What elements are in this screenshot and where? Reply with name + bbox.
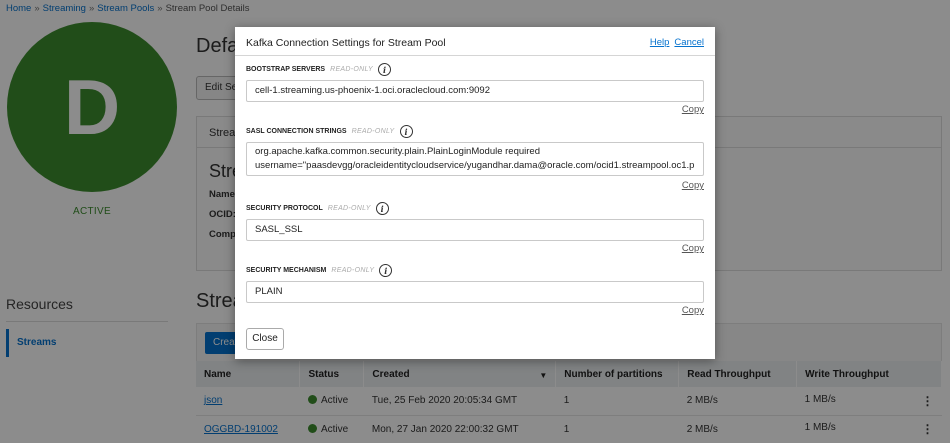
dialog-title: Kafka Connection Settings for Stream Poo… (246, 37, 446, 49)
security-mechanism-field[interactable]: PLAIN (246, 281, 704, 303)
read-only-tag: READ-ONLY (327, 205, 371, 212)
security-protocol-label: SECURITY PROTOCOL READ-ONLY i (246, 202, 389, 215)
cancel-link[interactable]: Cancel (674, 37, 704, 48)
read-only-tag: READ-ONLY (330, 66, 373, 73)
copy-bootstrap-servers-link[interactable]: Copy (682, 104, 704, 115)
sasl-line-1: org.apache.kafka.common.security.plain.P… (255, 146, 540, 157)
info-icon[interactable]: i (399, 125, 413, 138)
bootstrap-servers-label-text: BOOTSTRAP SERVERS (246, 66, 326, 73)
copy-security-protocol-link[interactable]: Copy (682, 243, 704, 254)
info-icon[interactable]: i (378, 63, 391, 76)
sasl-connection-strings-label: SASL CONNECTION STRINGS READ-ONLY i (246, 125, 413, 138)
security-protocol-field[interactable]: SASL_SSL (246, 219, 704, 241)
help-link[interactable]: Help (650, 37, 670, 48)
info-icon[interactable]: i (379, 264, 393, 277)
sasl-line-2: username="paasdevgg/oracleidentityclouds… (255, 160, 695, 171)
kafka-settings-dialog: Kafka Connection Settings for Stream Poo… (235, 27, 715, 359)
sasl-label-text: SASL CONNECTION STRINGS (246, 128, 347, 135)
security-mechanism-label: SECURITY MECHANISM READ-ONLY i (246, 264, 393, 277)
info-icon[interactable]: i (375, 202, 389, 215)
bootstrap-servers-field[interactable]: cell-1.streaming.us-phoenix-1.oci.oracle… (246, 80, 704, 102)
copy-sasl-link[interactable]: Copy (682, 180, 704, 191)
copy-security-mechanism-link[interactable]: Copy (682, 305, 704, 316)
sasl-connection-strings-field[interactable]: org.apache.kafka.common.security.plain.P… (246, 142, 704, 176)
close-button[interactable]: Close (246, 328, 284, 350)
read-only-tag: READ-ONLY (351, 128, 395, 135)
read-only-tag: READ-ONLY (331, 267, 375, 274)
security-mechanism-label-text: SECURITY MECHANISM (246, 267, 327, 274)
security-protocol-label-text: SECURITY PROTOCOL (246, 205, 323, 212)
bootstrap-servers-label: BOOTSTRAP SERVERS READ-ONLY i (246, 63, 391, 76)
dialog-divider (235, 55, 715, 56)
dialog-header-links: Help Cancel (645, 37, 704, 48)
